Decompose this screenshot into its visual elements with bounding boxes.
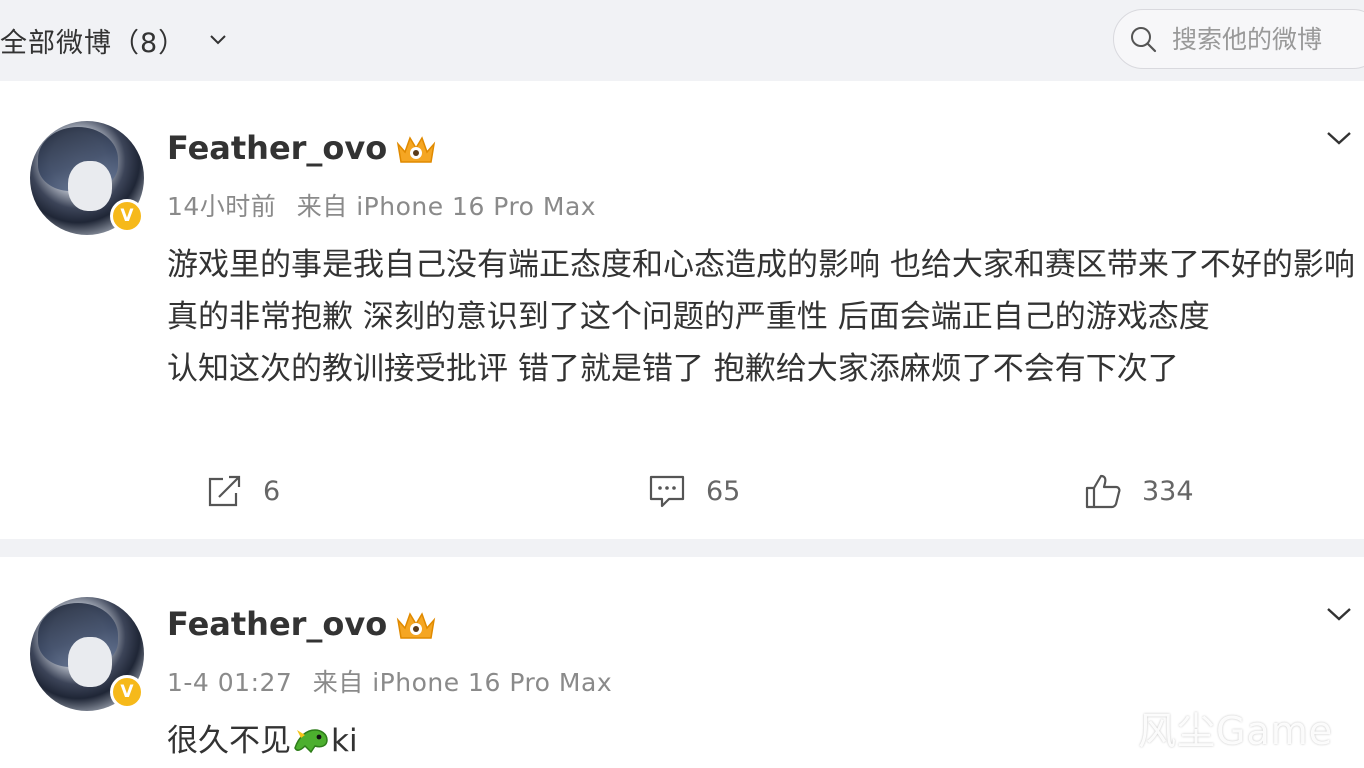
green-dragon-emoji-icon: [294, 729, 328, 754]
comment-icon: [649, 475, 685, 508]
post-filter-dropdown[interactable]: 全部微博（8）: [0, 20, 228, 60]
chevron-down-icon[interactable]: [1325, 128, 1353, 148]
username-text: Feather_ovo: [167, 605, 388, 643]
vip-crown-icon: [397, 136, 436, 163]
repost-icon: [208, 475, 241, 507]
post-source: 来自 iPhone 16 Pro Max: [296, 192, 597, 221]
verified-badge-icon: V: [110, 199, 144, 233]
post-text-suffix: ki: [331, 723, 358, 759]
post-meta: 1-4 01:27 来自 iPhone 16 Pro Max: [167, 663, 612, 699]
username[interactable]: Feather_ovo: [167, 605, 437, 643]
post-text: 游戏里的事是我自己没有端正态度和心态造成的影响 也给大家和赛区带来了不好的影响 …: [167, 239, 1357, 395]
vip-crown-icon: [397, 612, 436, 639]
post-card: V Feather_ovo 14小时前 来自 iPhone 16 Pro Max…: [0, 81, 1364, 539]
post-paragraph: 认知这次的教训接受批评 错了就是错了 抱歉给大家添麻烦了不会有下次了: [167, 351, 1179, 387]
post-time[interactable]: 14小时前: [167, 192, 276, 221]
post-filter-label: 全部微博（8）: [0, 27, 187, 59]
post-paragraph: 游戏里的事是我自己没有端正态度和心态造成的影响 也给大家和赛区带来了不好的影响 …: [167, 247, 1355, 335]
watermark: 风尘Game: [1138, 709, 1334, 753]
search-box[interactable]: [1113, 9, 1364, 69]
verified-badge-icon: V: [110, 675, 144, 709]
search-input[interactable]: [1172, 24, 1364, 54]
comment-button[interactable]: 65: [648, 473, 740, 509]
post-source: 来自 iPhone 16 Pro Max: [312, 668, 613, 697]
post-text-body: 很久不见: [167, 723, 291, 759]
top-bar: 全部微博（8）: [0, 0, 1364, 80]
post-meta: 14小时前 来自 iPhone 16 Pro Max: [167, 187, 596, 223]
avatar-face: [68, 161, 112, 211]
avatar[interactable]: V: [30, 121, 144, 235]
thumbs-up-icon: [1085, 474, 1121, 509]
search-icon: [1131, 27, 1157, 53]
repost-button[interactable]: 6: [205, 473, 280, 509]
like-count: 334: [1142, 475, 1194, 507]
chevron-down-icon[interactable]: [1325, 604, 1353, 624]
like-button[interactable]: 334: [1084, 473, 1194, 509]
comment-count: 65: [706, 475, 741, 507]
repost-count: 6: [263, 475, 281, 507]
avatar[interactable]: V: [30, 597, 144, 711]
chevron-down-icon: [210, 35, 226, 45]
username-text: Feather_ovo: [167, 129, 388, 167]
username[interactable]: Feather_ovo: [167, 129, 437, 167]
post-actions: 6 65 334: [0, 473, 1364, 513]
post-time[interactable]: 1-4 01:27: [167, 668, 292, 697]
avatar-face: [68, 637, 112, 687]
